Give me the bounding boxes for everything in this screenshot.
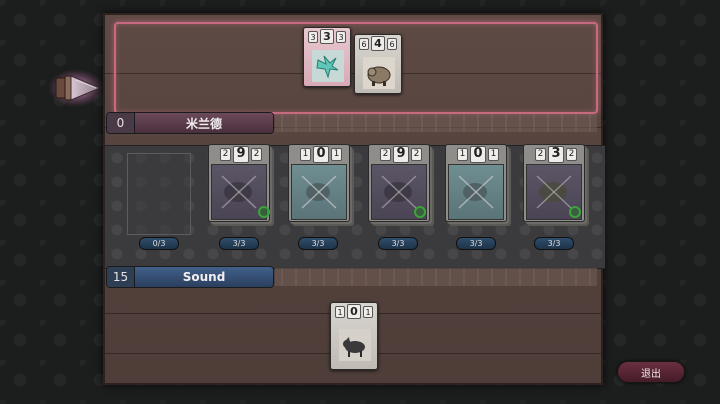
opponent-name-bar: 0 米兰德 bbox=[106, 112, 274, 134]
card-stack[interactable]: 292 bbox=[368, 144, 434, 226]
card-stack[interactable]: 101 bbox=[288, 144, 354, 226]
turn-indicator-drill-icon bbox=[48, 69, 104, 107]
card-stack[interactable]: 101 bbox=[445, 144, 511, 226]
slot-counter: 3/3 bbox=[219, 237, 259, 250]
player-deck-count: 15 bbox=[107, 267, 135, 287]
player-name-bar: 15 Sound bbox=[106, 266, 274, 288]
slot-counter: 3/3 bbox=[534, 237, 574, 250]
boar-icon bbox=[363, 57, 395, 89]
slot-counter: 3/3 bbox=[298, 237, 338, 250]
slot-counter: 3/3 bbox=[456, 237, 496, 250]
game-board: 333 646 0 米兰德 0/3 292 3/3 1 0 1 3/3 2 9 … bbox=[103, 13, 605, 385]
slot-counter: 0/3 bbox=[139, 237, 179, 250]
crossed-out-icon bbox=[458, 175, 494, 209]
opponent-name: 米兰德 bbox=[135, 113, 273, 133]
slot-counter: 3/3 bbox=[378, 237, 418, 250]
empty-card-slot[interactable] bbox=[127, 153, 191, 235]
exit-button[interactable]: 退出 bbox=[617, 361, 685, 383]
player-hand-card[interactable]: 101 bbox=[330, 302, 378, 370]
opponent-deck-count: 0 bbox=[107, 113, 135, 133]
player-name: Sound bbox=[135, 267, 273, 287]
wolf-icon bbox=[339, 329, 371, 361]
crossed-out-icon bbox=[301, 175, 337, 209]
beast-icon bbox=[221, 175, 257, 209]
opponent-hand-card[interactable]: 646 bbox=[354, 34, 402, 94]
card-stack[interactable]: 232 bbox=[523, 144, 589, 226]
card-stack[interactable]: 292 bbox=[208, 144, 274, 226]
cyan-bird-icon bbox=[312, 50, 344, 82]
opponent-hand-card[interactable]: 333 bbox=[303, 27, 351, 87]
